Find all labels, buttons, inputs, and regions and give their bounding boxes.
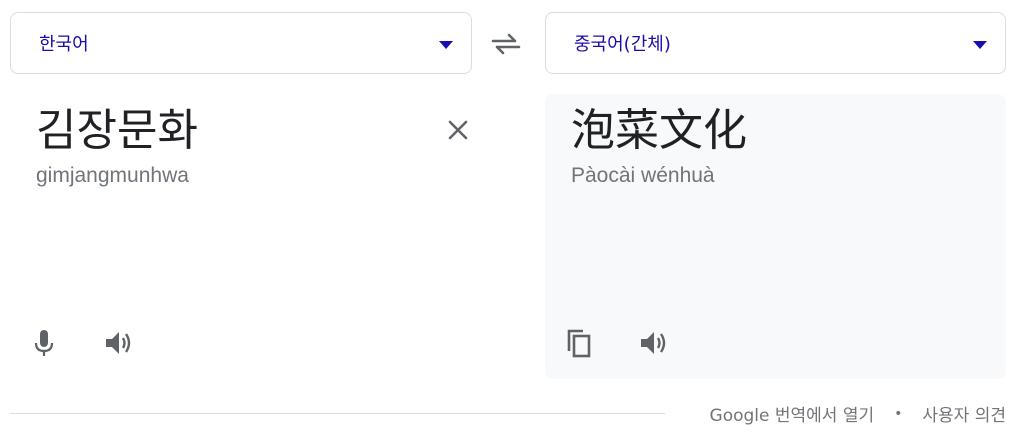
footer-divider (10, 413, 665, 414)
close-icon (448, 120, 468, 140)
copy-button[interactable] (561, 325, 597, 361)
source-pane: 김장문화 gimjangmunhwa (10, 94, 530, 379)
source-language-label: 한국어 (39, 34, 89, 55)
source-romanization: gimjangmunhwa (36, 164, 189, 187)
speaker-icon (641, 332, 666, 354)
target-pane: 泡菜文化 Pàocài wénhuà (545, 94, 1006, 379)
voice-input-button[interactable] (26, 325, 62, 361)
target-text: 泡菜文化 (571, 105, 747, 156)
target-language-label: 중국어(간체) (574, 34, 671, 55)
chevron-down-icon (973, 41, 987, 49)
target-language-select[interactable]: 중국어(간체) (545, 12, 1006, 74)
copy-icon (567, 329, 591, 358)
target-romanization: Pàocài wénhuà (571, 164, 715, 187)
listen-source-button[interactable] (100, 325, 136, 361)
clear-text-button[interactable] (442, 114, 474, 146)
footer-separator: • (894, 405, 903, 422)
swap-languages-button[interactable] (488, 26, 524, 62)
source-text[interactable]: 김장문화 (36, 104, 198, 158)
feedback-link[interactable]: 사용자 의견 (922, 401, 1006, 426)
open-in-google-translate-link[interactable]: Google 번역에서 열기 (710, 401, 875, 426)
swap-languages-icon (491, 33, 521, 55)
listen-target-button[interactable] (635, 325, 671, 361)
speaker-icon (106, 332, 131, 354)
source-language-select[interactable]: 한국어 (10, 12, 472, 74)
footer: Google 번역에서 열기 • 사용자 의견 (710, 401, 1006, 427)
microphone-icon (34, 330, 54, 356)
chevron-down-icon (439, 41, 453, 49)
